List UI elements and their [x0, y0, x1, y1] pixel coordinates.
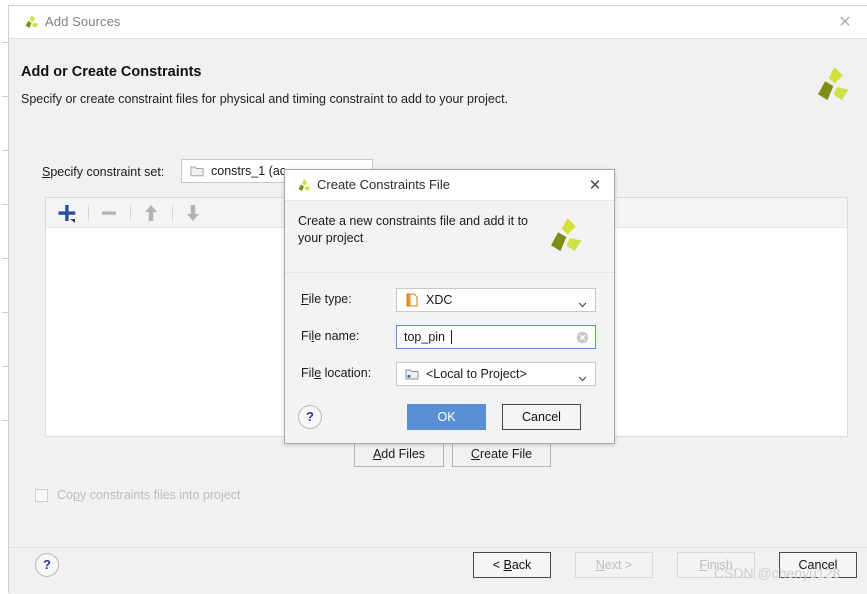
add-files-label: dd Files — [381, 447, 426, 461]
back-button[interactable]: < Back — [473, 552, 551, 578]
copy-constraints-label: Copy constraints files into project — [57, 488, 240, 502]
next-button: Next > — [575, 552, 653, 578]
file-name-value: top_pin — [404, 330, 446, 344]
file-location-label-pre: Fil — [301, 366, 315, 380]
create-file-button[interactable]: Create File — [452, 442, 551, 467]
create-file-label: reate File — [479, 447, 533, 461]
folder-project-icon — [405, 367, 419, 381]
copy-label-accel: p — [72, 488, 80, 502]
next-label: ext > — [604, 558, 633, 572]
vivado-logo-icon — [23, 14, 40, 31]
folder-icon — [190, 165, 204, 177]
plus-icon[interactable] — [56, 202, 78, 224]
file-type-row: File type: XDC — [301, 288, 601, 312]
vivado-logo-icon — [545, 217, 583, 257]
file-name-input[interactable]: top_pin — [396, 325, 596, 349]
back-accel: B — [503, 558, 512, 572]
dialog-banner: Create a new constraints file and add it… — [285, 201, 614, 273]
copy-label-b: y constraints files into project — [79, 488, 241, 502]
constraint-set-value: constrs_1 (ac — [211, 164, 287, 178]
finish-accel: F — [699, 558, 707, 572]
constraint-set-label-rest: pecify constraint set: — [50, 165, 165, 179]
file-type-accel: F — [301, 292, 309, 306]
dialog-help-button[interactable]: ? — [298, 405, 322, 429]
dialog-title: Create Constraints File — [317, 177, 450, 192]
window-title-bar: Add Sources ✕ — [9, 6, 867, 39]
help-button[interactable]: ? — [35, 553, 59, 577]
minus-icon[interactable] — [98, 202, 120, 224]
add-files-button[interactable]: Add Files — [354, 442, 444, 467]
file-name-row: File name: top_pin — [301, 325, 601, 349]
file-name-label-rest: e name: — [314, 329, 360, 343]
arrow-down-icon[interactable] — [182, 202, 204, 224]
vivado-logo-icon — [812, 66, 850, 106]
back-label-pre: < — [492, 558, 504, 572]
create-constraints-file-dialog: Create Constraints File ✕ Create a new c… — [284, 169, 615, 444]
chevron-down-icon — [578, 371, 587, 382]
file-location-label: File location: — [301, 366, 371, 380]
close-icon[interactable]: ✕ — [586, 176, 604, 194]
file-location-select[interactable]: <Local to Project> — [396, 362, 596, 386]
file-name-label-pre: Fi — [301, 329, 312, 343]
constraint-set-label: Specify constraint set: — [42, 165, 164, 179]
xdc-file-icon — [405, 293, 419, 307]
dialog-title-bar: Create Constraints File ✕ — [285, 170, 614, 201]
file-type-label-rest: ile type: — [308, 292, 352, 306]
file-type-select[interactable]: XDC — [396, 288, 596, 312]
next-accel: N — [595, 558, 605, 572]
clear-circle-icon[interactable] — [576, 331, 589, 344]
back-label-post: ack — [511, 558, 532, 572]
ok-button[interactable]: OK — [407, 404, 486, 430]
text-caret — [451, 330, 452, 344]
file-location-label-rest: location: — [321, 366, 372, 380]
copy-constraints-checkbox[interactable] — [35, 489, 48, 502]
footer-divider — [9, 547, 867, 548]
copy-label-a: Co — [57, 488, 73, 502]
close-icon[interactable]: ✕ — [836, 13, 854, 31]
file-location-row: File location: <Local to Project> — [301, 362, 601, 386]
file-name-label: File name: — [301, 329, 359, 343]
page-title: Add or Create Constraints — [21, 64, 202, 80]
page-subtitle: Specify or create constraint files for p… — [21, 92, 509, 106]
file-type-label: File type: — [301, 292, 352, 306]
background-bleed — [0, 0, 8, 593]
watermark: CSDN @chenyu128 — [714, 565, 841, 581]
arrow-up-icon[interactable] — [140, 202, 162, 224]
file-location-value: <Local to Project> — [426, 367, 527, 381]
add-sources-window: Add Sources ✕ Add or Create Constraints … — [8, 5, 867, 594]
vivado-logo-icon — [296, 178, 312, 194]
create-file-accel: C — [470, 447, 480, 461]
dialog-footer: ? OK Cancel — [285, 395, 614, 443]
window-title: Add Sources — [45, 14, 121, 29]
chevron-down-icon — [578, 297, 587, 308]
dialog-cancel-button[interactable]: Cancel — [502, 404, 581, 430]
file-type-value: XDC — [426, 293, 453, 307]
dialog-banner-text: Create a new constraints file and add it… — [298, 214, 528, 245]
